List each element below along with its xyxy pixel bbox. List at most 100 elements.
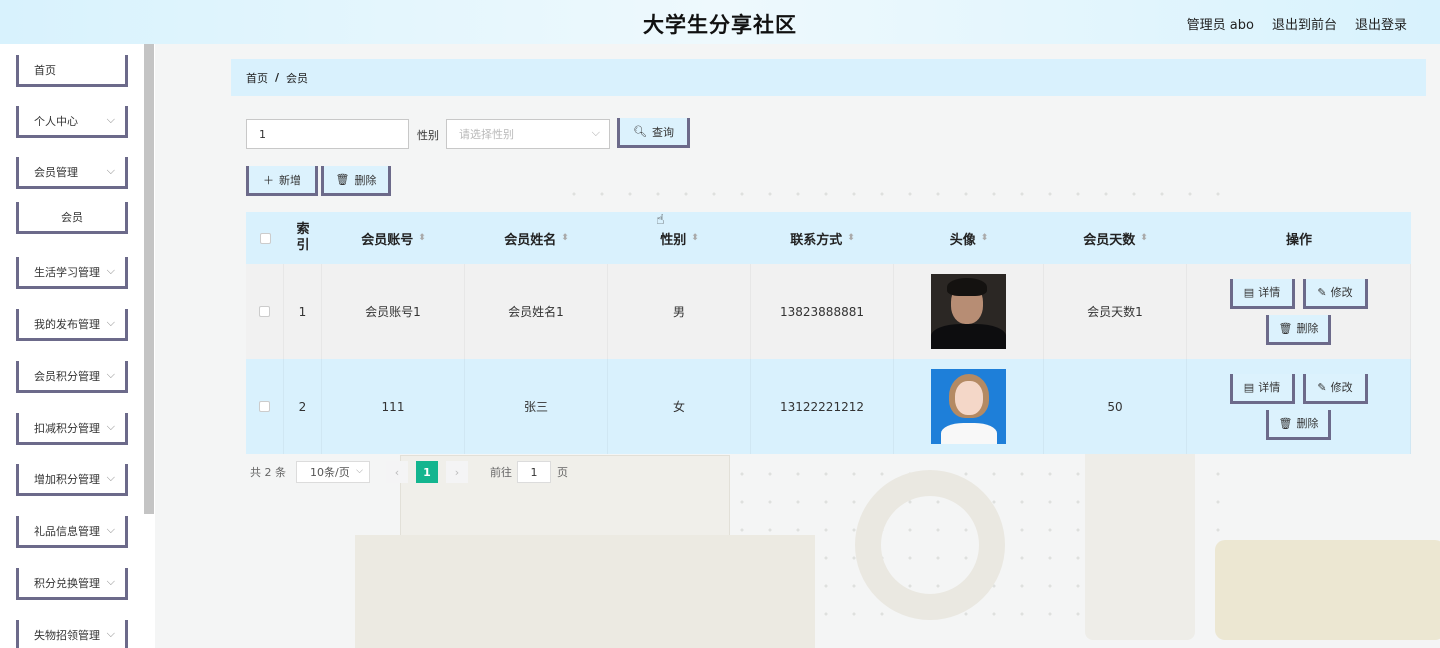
chevron-down-icon: ⌵: [106, 471, 115, 484]
sidebar-item-deduct-points[interactable]: 扣减积分管理 ⌵: [16, 413, 128, 445]
row-delete-button[interactable]: 🗑︎ 删除: [1266, 314, 1331, 345]
header-ops: 操作: [1187, 212, 1411, 264]
row-days: 会员天数1: [1044, 264, 1187, 359]
row-checkbox[interactable]: [259, 401, 270, 412]
chevron-down-icon: ⌵: [106, 420, 115, 433]
chevron-left-icon: ‹: [394, 465, 400, 479]
sidebar-item-label: 个人中心: [34, 114, 78, 128]
select-all-checkbox[interactable]: [259, 232, 271, 244]
sidebar-item-label: 积分兑换管理: [34, 576, 100, 590]
sort-icon: ⬍: [418, 233, 426, 243]
goto-label: 前往: [490, 466, 512, 479]
sidebar-item-label: 礼品信息管理: [34, 524, 100, 538]
top-header: 大学生分享社区 管理员 abo 退出到前台 退出登录: [0, 0, 1440, 44]
chevron-down-icon: ⌵: [106, 316, 115, 329]
query-button[interactable]: 🔍︎ 查询: [617, 118, 690, 148]
row-account: 会员账号1: [322, 264, 465, 359]
sort-icon: ⬍: [1140, 233, 1148, 243]
header-gender[interactable]: 性别 ⬍: [608, 212, 751, 264]
row-name: 张三: [465, 359, 608, 454]
trash-icon: 🗑︎: [335, 173, 350, 186]
front-link[interactable]: 退出到前台: [1272, 14, 1337, 33]
sidebar-item-label: 扣减积分管理: [34, 421, 100, 435]
chevron-down-icon: ⌵: [106, 523, 115, 536]
pencil-icon: ✎: [1317, 285, 1327, 299]
sidebar-item-gift-info[interactable]: 礼品信息管理 ⌵: [16, 516, 128, 548]
gender-label: 性别: [417, 129, 439, 142]
sidebar-item-label: 首页: [34, 63, 56, 77]
detail-button[interactable]: ▤ 详情: [1229, 373, 1295, 404]
row-account: 111: [322, 359, 465, 454]
table-row: 2 111 张三 女 13122221212 50 ▤ 详情 ✎ 修改 🗑︎ 删除: [246, 359, 1411, 454]
sidebar-item-label: 会员: [61, 210, 83, 224]
header-links: 管理员 abo 退出到前台 退出登录: [1187, 14, 1407, 33]
row-delete-button[interactable]: 🗑︎ 删除: [1266, 409, 1331, 440]
avatar[interactable]: [931, 274, 1006, 349]
row-phone: 13122221212: [751, 359, 894, 454]
pencil-icon: ✎: [1317, 380, 1327, 394]
row-checkbox[interactable]: [259, 306, 270, 317]
header-phone[interactable]: 联系方式 ⬍: [751, 212, 894, 264]
sidebar-item-life-study[interactable]: 生活学习管理 ⌵: [16, 257, 128, 289]
page-size-select[interactable]: 10条/页 ⌵: [296, 461, 370, 483]
row-select-cell: [246, 359, 284, 454]
hand-cursor-icon: ☝: [656, 212, 665, 228]
row-gender: 女: [608, 359, 751, 454]
sidebar-item-member-management[interactable]: 会员管理 ⌵: [16, 157, 128, 189]
header-index: 索引: [284, 212, 322, 264]
row-name: 会员姓名1: [465, 264, 608, 359]
gender-select-placeholder: 请选择性别: [459, 128, 514, 141]
header-index-label: 索引: [296, 222, 310, 253]
batch-delete-button[interactable]: 🗑︎ 删除: [321, 166, 391, 196]
sidebar-item-add-points[interactable]: 增加积分管理 ⌵: [16, 464, 128, 496]
keyword-input[interactable]: 1: [246, 119, 409, 149]
logout-link[interactable]: 退出登录: [1355, 14, 1407, 33]
breadcrumb-home[interactable]: 首页: [246, 70, 268, 86]
row-delete-label: 删除: [1296, 322, 1319, 335]
chevron-right-icon: ›: [454, 465, 460, 479]
page-suffix: 页: [557, 466, 568, 479]
sidebar-item-personal-center[interactable]: 个人中心 ⌵: [16, 106, 128, 138]
sidebar-item-label: 增加积分管理: [34, 472, 100, 486]
sidebar-item-lost-found[interactable]: 失物招领管理 ⌵: [16, 620, 128, 648]
table-row: 1 会员账号1 会员姓名1 男 13823888881 会员天数1 ▤ 详情 ✎ 修…: [246, 264, 1411, 359]
prev-page-button[interactable]: ‹: [386, 461, 408, 483]
sidebar-item-member-points[interactable]: 会员积分管理 ⌵: [16, 361, 128, 393]
header-days[interactable]: 会员天数 ⬍: [1044, 212, 1187, 264]
query-button-label: 查询: [651, 125, 674, 139]
sidebar-item-home[interactable]: 首页: [16, 55, 128, 87]
sidebar-item-label: 失物招领管理: [34, 628, 100, 642]
breadcrumb-current: 会员: [286, 71, 309, 85]
trash-icon: 🗑︎: [1278, 321, 1293, 335]
next-page-button[interactable]: ›: [446, 461, 468, 483]
row-index: 2: [284, 359, 322, 454]
edit-button[interactable]: ✎ 修改: [1302, 278, 1368, 309]
gender-select[interactable]: 请选择性别 ⌵: [446, 119, 610, 149]
row-phone: 13823888881: [751, 264, 894, 359]
sidebar-item-label: 我的发布管理: [34, 317, 100, 331]
goto-page-input[interactable]: 1: [517, 461, 551, 483]
row-ops: ▤ 详情 ✎ 修改 🗑︎ 删除: [1187, 359, 1411, 454]
pagination: 共 2 条 10条/页 ⌵ ‹ 1 › 前往 1 页: [250, 461, 568, 483]
avatar[interactable]: [931, 369, 1006, 444]
chevron-down-icon: ⌵: [106, 575, 115, 588]
header-avatar[interactable]: 头像 ⬍: [894, 212, 1044, 264]
admin-user-label[interactable]: 管理员 abo: [1187, 14, 1254, 33]
plus-icon: ＋: [263, 173, 274, 187]
row-avatar-cell: [894, 264, 1044, 359]
header-account[interactable]: 会员账号 ⬍: [322, 212, 465, 264]
trash-icon: 🗑︎: [1278, 416, 1293, 430]
row-index: 1: [284, 264, 322, 359]
header-name[interactable]: 会员姓名 ⬍: [465, 212, 608, 264]
sidebar-item-member[interactable]: 会员: [16, 202, 128, 234]
sidebar-scrollbar[interactable]: [144, 44, 154, 514]
edit-button[interactable]: ✎ 修改: [1302, 373, 1368, 404]
add-button[interactable]: ＋ 新增: [246, 166, 318, 196]
detail-button[interactable]: ▤ 详情: [1229, 278, 1295, 309]
keyword-input-value: 1: [259, 127, 266, 141]
sidebar-item-points-exchange[interactable]: 积分兑换管理 ⌵: [16, 568, 128, 600]
member-table: 索引 会员账号 ⬍ 会员姓名 ⬍ 性别 ⬍ 联系方式 ⬍ 头像 ⬍ 会员天数 ⬍ 操作 1 …: [246, 212, 1411, 454]
current-page-button[interactable]: 1: [416, 461, 438, 483]
sidebar-item-my-posts[interactable]: 我的发布管理 ⌵: [16, 309, 128, 341]
detail-label: 详情: [1258, 381, 1281, 394]
